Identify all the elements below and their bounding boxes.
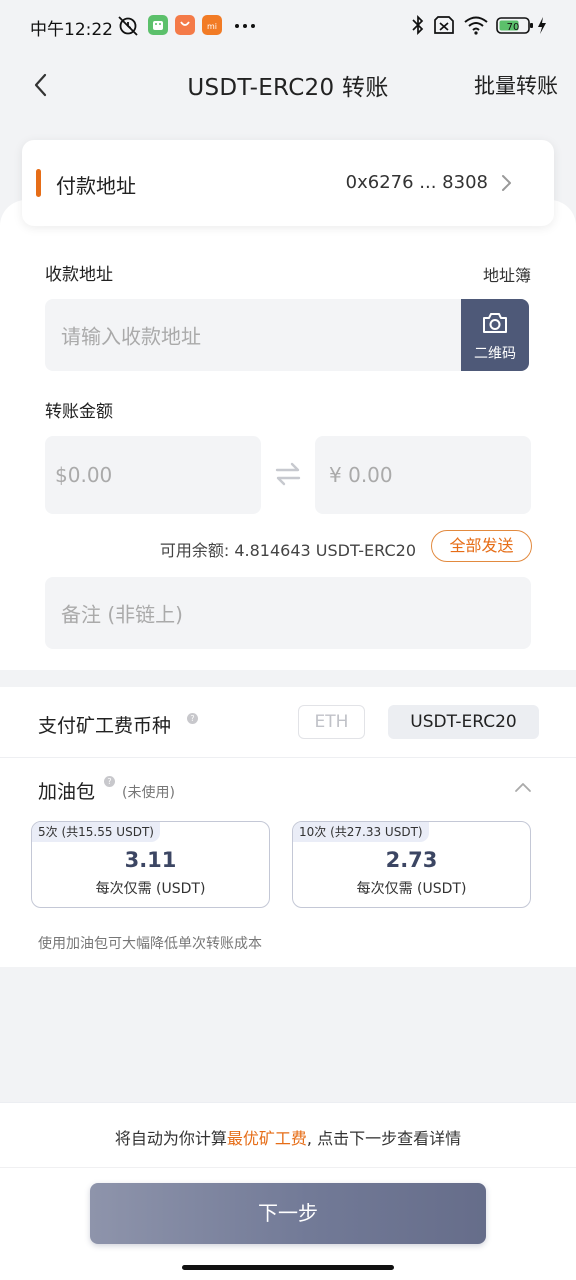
wifi-icon	[464, 16, 488, 35]
home-indicator[interactable]	[182, 1265, 394, 1270]
usd-symbol: $	[55, 463, 68, 487]
battery-icon: 70	[496, 17, 533, 34]
alarm-off-icon	[118, 16, 138, 36]
cny-amount-input[interactable]: ¥ 0.00	[315, 436, 531, 514]
bluetooth-icon	[412, 14, 424, 36]
status-bar: 中午12:22 mi 70	[0, 0, 576, 52]
no-sim-icon	[434, 16, 454, 34]
fee-settings-section: 支付矿工费币种 ? ETH USDT-ERC20 加油包 ? (未使用) 5次 …	[0, 687, 576, 967]
fee-help-icon[interactable]: ?	[187, 713, 198, 724]
auto-fee-tip-after: , 点击下一步查看详情	[306, 1129, 462, 1148]
usd-amount-placeholder: $0.00	[55, 463, 112, 487]
fee-option-eth[interactable]: ETH	[298, 705, 365, 739]
gas-pack-title: 加油包	[38, 781, 96, 803]
gas-pack-unit: 每次仅需 (USDT)	[95, 881, 206, 897]
usd-amount-input[interactable]: $0.00	[45, 436, 261, 514]
chevron-right-icon	[502, 175, 511, 191]
payer-accent-bar	[36, 169, 41, 197]
footer-divider	[0, 1167, 576, 1168]
battery-level: 70	[507, 22, 520, 33]
swap-icon[interactable]	[274, 461, 302, 487]
gas-pack-price: 2.73	[385, 848, 438, 872]
payer-address-label: 付款地址	[56, 174, 136, 198]
gas-pack-tag: 5次 (共15.55 USDT)	[32, 822, 160, 842]
section-divider	[0, 757, 576, 758]
chevron-up-icon[interactable]	[514, 781, 532, 793]
gas-pack-help-icon[interactable]: ?	[104, 776, 115, 787]
cny-symbol: ¥	[329, 463, 342, 487]
receiver-address-label: 收款地址	[45, 265, 113, 285]
auto-fee-tip: 将自动为你计算最优矿工费, 点击下一步查看详情	[0, 1125, 576, 1149]
amount-label: 转账金额	[45, 402, 113, 422]
batch-transfer-link[interactable]: 批量转账	[474, 70, 558, 100]
usd-value: 0.00	[67, 463, 113, 487]
memo-input[interactable]: 备注 (非链上)	[45, 577, 531, 649]
gas-pack-hint: 使用加油包可大幅降低单次转账成本	[38, 936, 262, 952]
android-icon	[148, 15, 168, 35]
optimal-fee-highlight: 最优矿工费	[226, 1129, 307, 1148]
auto-fee-tip-before: 将自动为你计算	[114, 1129, 227, 1148]
mi-icon: mi	[202, 15, 222, 35]
gas-pack-price: 3.11	[124, 848, 177, 872]
gas-pack-option-10[interactable]: 10次 (共27.33 USDT) 2.73 每次仅需 (USDT)	[292, 821, 531, 908]
fee-option-usdt[interactable]: USDT-ERC20	[388, 705, 539, 739]
cny-value: 0.00	[348, 463, 393, 487]
gas-pack-option-5[interactable]: 5次 (共15.55 USDT) 3.11 每次仅需 (USDT)	[31, 821, 270, 908]
available-balance: 可用余额: 4.814643 USDT-ERC20	[159, 541, 416, 560]
charging-icon	[538, 17, 546, 34]
receiver-address-input[interactable]: 请输入收款地址	[45, 299, 463, 371]
next-step-button[interactable]: 下一步	[90, 1183, 486, 1244]
camera-icon	[483, 313, 507, 333]
gas-pack-status: (未使用)	[122, 785, 175, 801]
gas-pack-unit: 每次仅需 (USDT)	[356, 881, 467, 897]
payer-address-value: 0x6276 ... 8308	[345, 172, 488, 193]
taobao-icon	[175, 15, 195, 35]
status-time: 中午12:22	[30, 20, 113, 40]
address-book-link[interactable]: 地址簿	[483, 262, 531, 286]
qr-scan-button[interactable]: 二维码	[461, 299, 529, 371]
send-all-button[interactable]: 全部发送	[431, 530, 532, 562]
memo-placeholder: 备注 (非链上)	[61, 602, 183, 627]
bottom-action-bar: 将自动为你计算最优矿工费, 点击下一步查看详情 下一步	[0, 1102, 576, 1280]
receiver-address-placeholder: 请输入收款地址	[61, 324, 201, 349]
payer-address-card[interactable]: 付款地址 0x6276 ... 8308	[22, 140, 554, 226]
mi-icon-label: mi	[207, 22, 217, 31]
more-dots-icon	[235, 24, 255, 28]
fee-currency-label: 支付矿工费币种	[38, 715, 172, 737]
gas-pack-tag: 10次 (共27.33 USDT)	[293, 822, 429, 842]
qr-button-label: 二维码	[474, 346, 516, 362]
cny-amount-placeholder: ¥ 0.00	[329, 463, 393, 487]
